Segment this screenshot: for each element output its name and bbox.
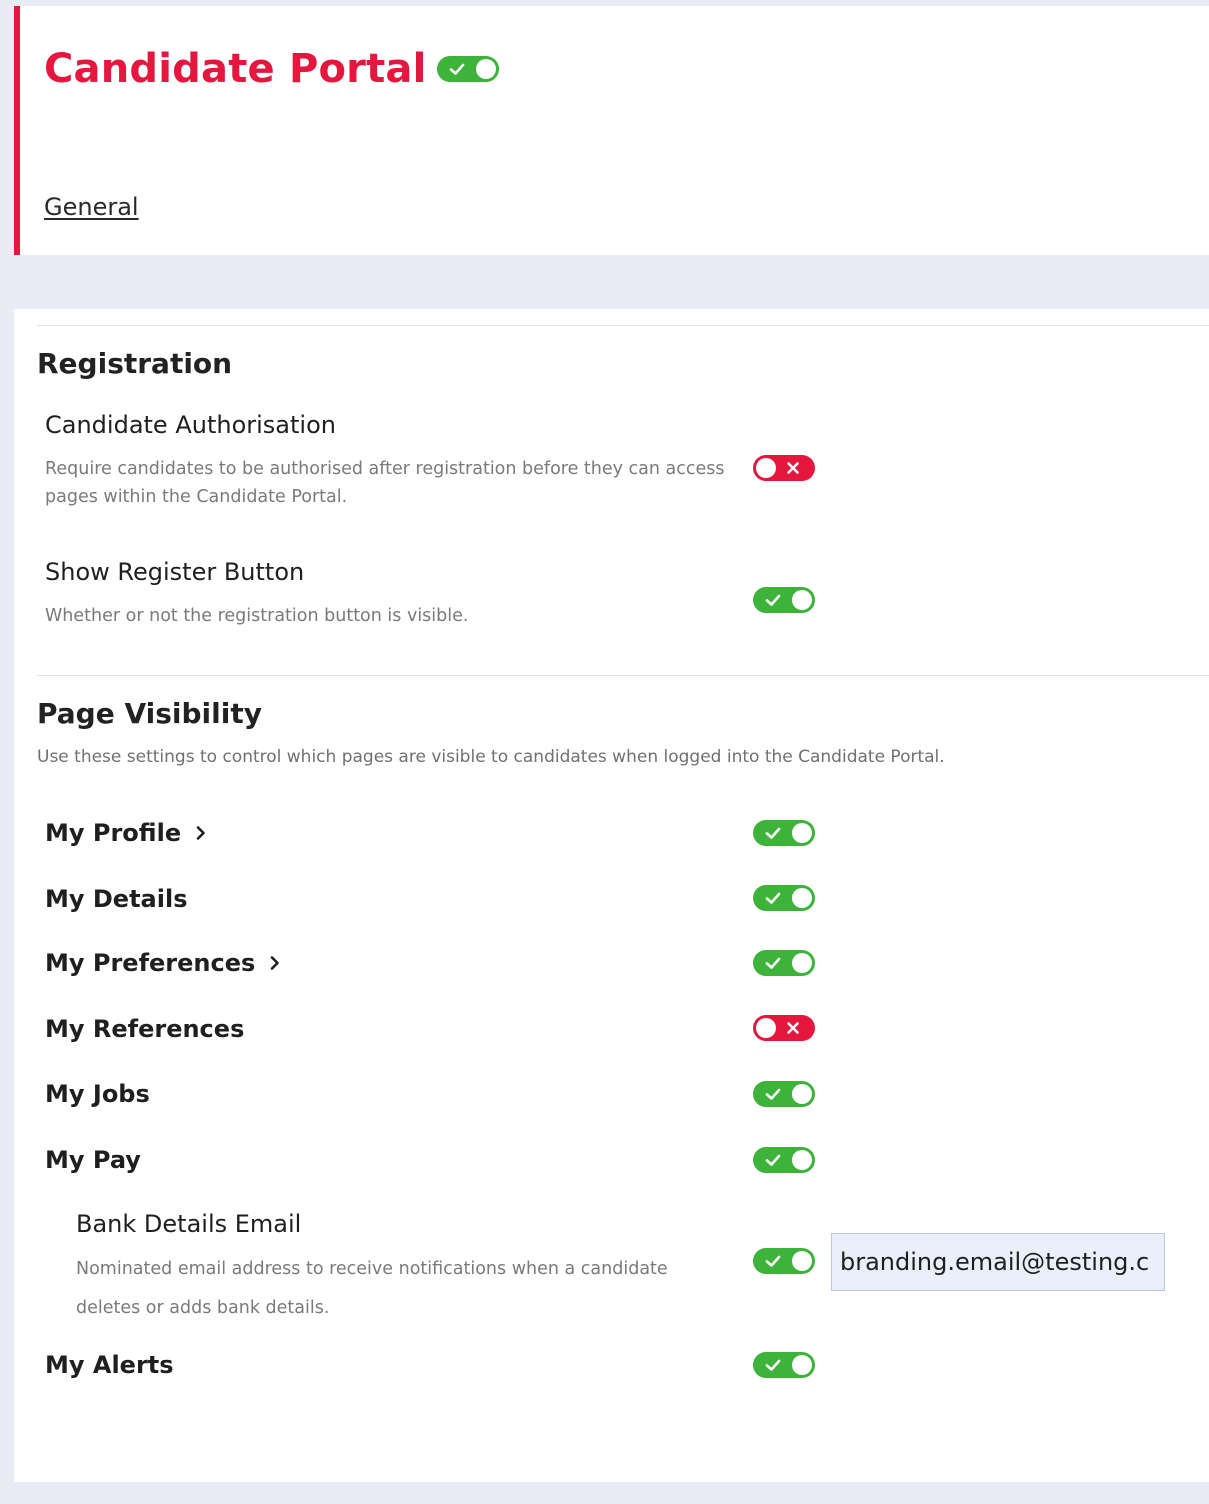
- divider: [37, 675, 1209, 676]
- my-details-toggle[interactable]: [753, 885, 815, 911]
- title-row: Candidate Portal: [44, 46, 499, 92]
- bank-details-email-label: Bank Details Email: [76, 1210, 302, 1238]
- toggle-knob: [756, 1018, 776, 1038]
- page-item-label: My Alerts: [45, 1351, 174, 1379]
- page-visibility-heading: Page Visibility: [37, 697, 262, 730]
- check-icon: [765, 1255, 781, 1267]
- toggle-knob: [792, 1355, 812, 1375]
- page-item-label: My Jobs: [45, 1080, 150, 1108]
- my-alerts-toggle[interactable]: [753, 1352, 815, 1378]
- check-icon: [765, 1154, 781, 1166]
- page-item-label: My References: [45, 1015, 245, 1043]
- page-title: Candidate Portal: [44, 46, 427, 92]
- page-item-label: My Pay: [45, 1146, 141, 1174]
- chevron-right-icon: [196, 826, 205, 840]
- chevron-right-icon: [270, 956, 280, 970]
- page-item-my-details: My Details: [45, 885, 188, 913]
- check-icon: [765, 594, 781, 606]
- toggle-knob: [756, 458, 776, 478]
- settings-panel: Registration Candidate Authorisation Req…: [14, 309, 1209, 1482]
- page-item-label: My Profile: [45, 819, 182, 847]
- toggle-knob: [792, 1084, 812, 1104]
- bank-details-email-toggle[interactable]: [753, 1248, 815, 1274]
- toggle-knob: [792, 953, 812, 973]
- toggle-knob: [792, 823, 812, 843]
- toggle-knob: [475, 59, 496, 79]
- show-register-button-desc: Whether or not the registration button i…: [45, 606, 469, 626]
- registration-heading: Registration: [37, 347, 233, 380]
- toggle-knob: [792, 1150, 812, 1170]
- portal-header: Candidate Portal General: [14, 6, 1209, 255]
- my-pay-toggle[interactable]: [753, 1147, 815, 1173]
- my-references-toggle[interactable]: [753, 1015, 815, 1041]
- check-icon: [765, 892, 781, 904]
- page-item-my-profile[interactable]: My Profile: [45, 819, 209, 847]
- my-preferences-toggle[interactable]: [753, 950, 815, 976]
- page-visibility-desc: Use these settings to control which page…: [37, 747, 945, 767]
- my-jobs-toggle[interactable]: [753, 1081, 815, 1107]
- page-item-label: My Details: [45, 885, 188, 913]
- check-icon: [765, 957, 781, 969]
- page-item-my-pay: My Pay: [45, 1146, 141, 1174]
- my-profile-toggle[interactable]: [753, 820, 815, 846]
- toggle-knob: [792, 888, 812, 908]
- page-item-label: My Preferences: [45, 949, 256, 977]
- candidate-authorisation-toggle[interactable]: [753, 455, 815, 481]
- page-item-my-jobs: My Jobs: [45, 1080, 150, 1108]
- bank-details-email-input[interactable]: [831, 1233, 1165, 1291]
- page-item-my-alerts: My Alerts: [45, 1351, 174, 1379]
- toggle-knob: [792, 590, 812, 610]
- check-icon: [449, 63, 464, 75]
- show-register-button-toggle[interactable]: [753, 587, 815, 613]
- check-icon: [765, 827, 781, 839]
- check-icon: [765, 1359, 781, 1371]
- close-icon: [787, 462, 799, 474]
- candidate-authorisation-label: Candidate Authorisation: [45, 411, 336, 439]
- divider: [37, 325, 1209, 326]
- page-item-my-references: My References: [45, 1015, 244, 1043]
- toggle-knob: [792, 1251, 812, 1271]
- bank-details-email-desc: Nominated email address to receive notif…: [76, 1259, 668, 1318]
- candidate-authorisation-desc: Require candidates to be authorised afte…: [45, 459, 725, 507]
- page-item-my-preferences[interactable]: My Preferences: [45, 949, 283, 977]
- check-icon: [765, 1088, 781, 1100]
- tab-general[interactable]: General: [44, 193, 139, 221]
- portal-enabled-toggle[interactable]: [436, 56, 499, 82]
- close-icon: [787, 1022, 799, 1034]
- show-register-button-label: Show Register Button: [45, 558, 305, 586]
